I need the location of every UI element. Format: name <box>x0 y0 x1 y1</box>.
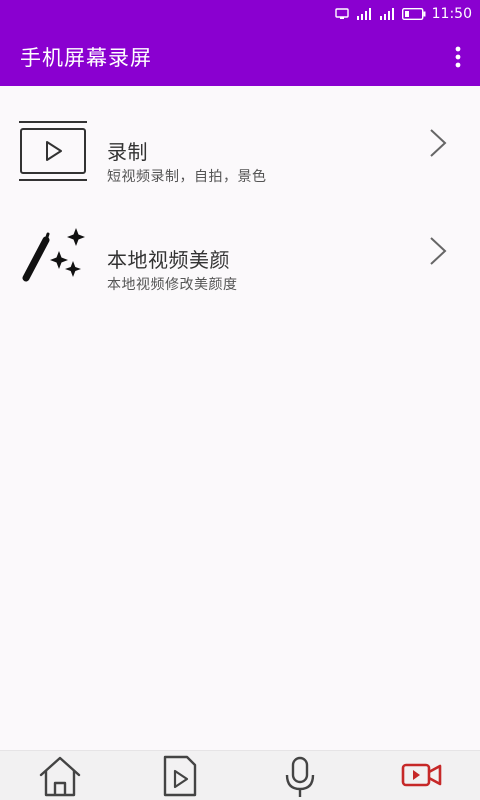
status-bar: 11:50 <box>0 0 480 28</box>
menu-item-subtitle: 本地视频修改美颜度 <box>107 277 238 293</box>
bottom-nav <box>0 750 480 800</box>
video-camera-icon <box>400 755 444 800</box>
status-time: 11:50 <box>431 6 472 22</box>
chevron-right-icon <box>428 128 448 158</box>
app-bar: 手机屏幕录屏 <box>0 28 480 86</box>
home-icon <box>37 755 83 800</box>
nav-video-camera[interactable] <box>392 755 452 800</box>
menu-item-title: 录制 <box>107 140 148 164</box>
menu-item-title: 本地视频美颜 <box>107 248 230 272</box>
menu-item-subtitle: 短视频录制，自拍，景色 <box>107 169 267 185</box>
chevron-right-icon <box>428 236 448 266</box>
menu-item-record[interactable]: 录制 短视频录制，自拍，景色 <box>0 86 480 194</box>
app-screen: 11:50 手机屏幕录屏 录制 短视频录制，自拍，景色 本地视频美颜 本地视频修… <box>0 0 480 800</box>
menu-item-beauty[interactable]: 本地视频美颜 本地视频修改美颜度 <box>0 194 480 302</box>
app-title: 手机屏幕录屏 <box>20 46 152 70</box>
nav-video-file[interactable] <box>150 755 210 800</box>
signal-icon <box>356 8 372 20</box>
battery-icon <box>401 8 426 20</box>
menu-list: 录制 短视频录制，自拍，景色 本地视频美颜 本地视频修改美颜度 <box>0 86 480 302</box>
nav-home[interactable] <box>30 755 90 800</box>
signal-icon <box>379 8 395 20</box>
cast-icon <box>334 8 349 20</box>
video-file-icon <box>161 755 199 800</box>
magic-wand-icon <box>18 228 88 290</box>
video-play-icon <box>18 120 88 182</box>
more-vert-icon[interactable] <box>452 45 464 69</box>
microphone-icon <box>283 755 317 800</box>
nav-microphone[interactable] <box>270 755 330 800</box>
